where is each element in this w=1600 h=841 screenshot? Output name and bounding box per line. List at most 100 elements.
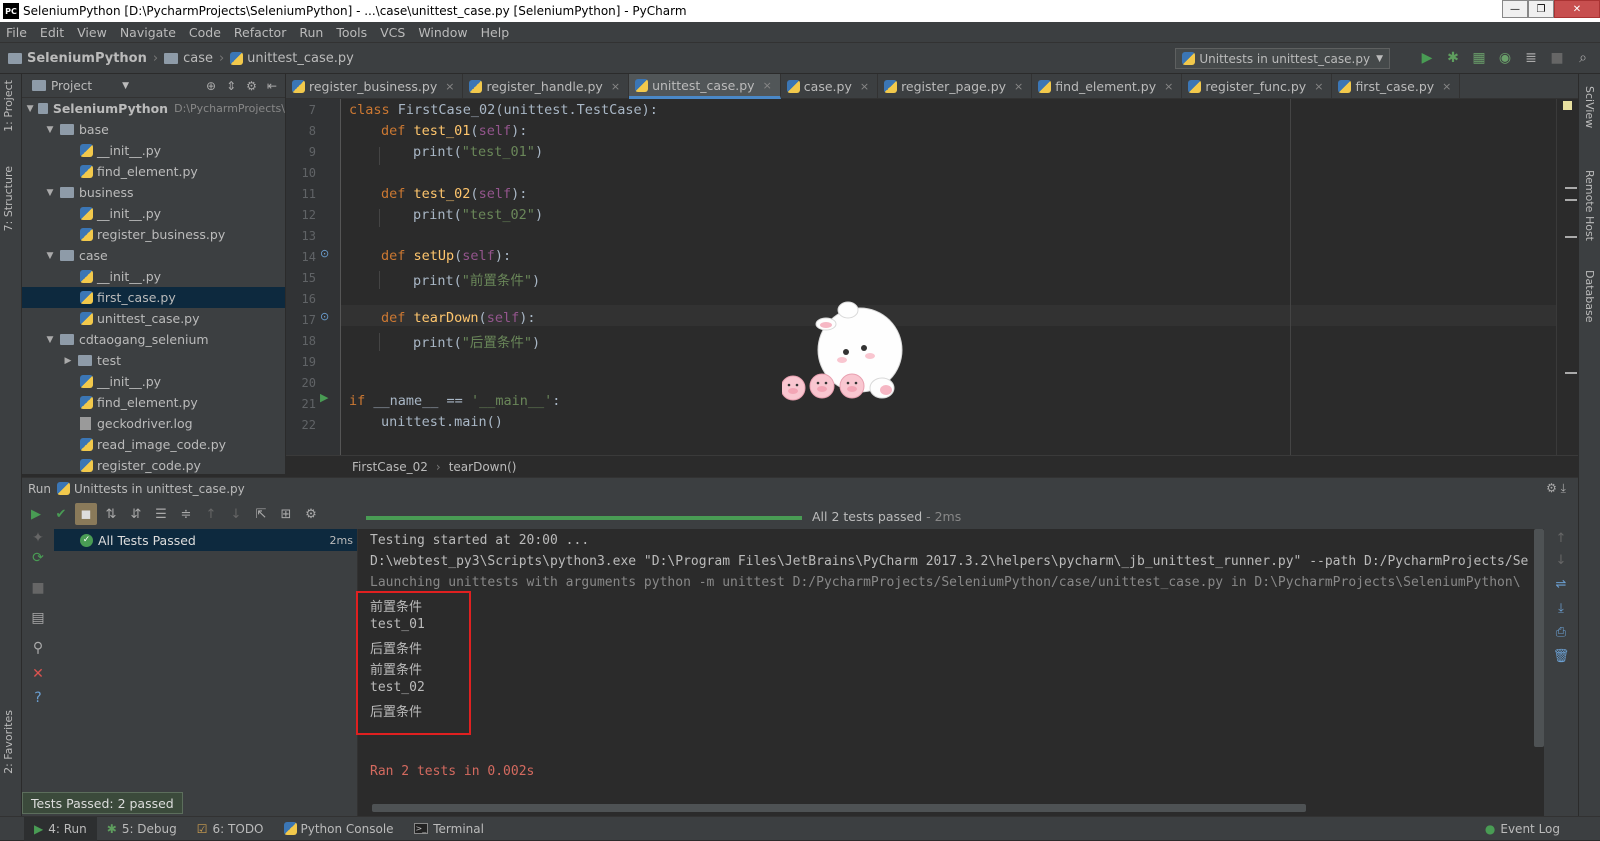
code-editor[interactable]: 7 8 9 10 11 12 13 14 15 16 17 18 19 20 2… [286,99,1556,455]
editor-tab[interactable]: register_page.py × [878,74,1033,99]
close-tab-icon[interactable]: × [1314,80,1323,93]
pin-icon[interactable]: ✦ [29,529,47,547]
scroll-marker[interactable] [1565,372,1577,374]
tree-item[interactable]: register_code.py [22,455,285,476]
scroll-marker[interactable] [1565,236,1577,238]
run-icon[interactable]: ▶ [1418,49,1436,67]
scroll-marker[interactable] [1565,187,1577,189]
expand-arrow-icon[interactable]: ▶ [62,356,74,366]
menu-vcs[interactable]: VCS [374,25,412,40]
menu-help[interactable]: Help [475,25,517,40]
expand-all-icon[interactable]: ☰ [150,503,172,525]
menu-file[interactable]: File [0,25,34,40]
menu-navigate[interactable]: Navigate [114,25,183,40]
run-config-select[interactable]: Unittests in unittest_case.py ▼ [1175,48,1390,69]
scroll-marker[interactable] [1565,199,1577,201]
editor-tab-active[interactable]: unittest_case.py × [629,74,781,99]
stop-icon[interactable]: ■ [29,579,47,597]
pin-tab-icon[interactable]: ⚲ [29,639,47,657]
concurrency-icon[interactable]: ≣ [1522,49,1540,67]
locate-icon[interactable]: ⊕ [206,79,216,93]
close-tab-icon[interactable]: × [860,80,869,93]
expand-arrow-icon[interactable]: ▼ [44,335,56,345]
show-passed-icon[interactable]: ✔ [50,503,72,525]
tree-item[interactable]: geckodriver.log [22,413,285,434]
close-button[interactable]: ✕ [1554,0,1600,18]
hide-icon[interactable]: ⇤ [267,79,277,93]
editor-tab[interactable]: case.py × [781,74,879,99]
tree-root[interactable]: ▼ SeleniumPython D:\PycharmProjects\ [22,98,285,119]
settings-icon[interactable]: ⚙ [300,503,322,525]
scroll-up-icon[interactable]: ↑ [1552,529,1570,547]
tool-tab-run[interactable]: ▶ 4: Run [24,816,97,841]
editor-tab[interactable]: register_business.py × [286,74,464,99]
expand-arrow-icon[interactable]: ▼ [44,125,56,135]
layout-icon[interactable]: ▤ [29,609,47,627]
menu-view[interactable]: View [71,25,114,40]
tab-database[interactable]: Database [1583,270,1596,323]
sort-alpha-icon[interactable]: ⇅ [100,503,122,525]
tab-structure-tool[interactable]: 7: Structure [2,166,15,231]
nav-file[interactable]: unittest_case.py [247,51,354,66]
tests-passed-balloon[interactable]: Tests Passed: 2 passed [22,792,183,814]
rerun-failed-icon[interactable]: ⟳ [29,549,47,567]
console-scrollbar[interactable] [1534,529,1544,747]
clear-all-icon[interactable]: 🗑 [1552,647,1570,665]
tree-item[interactable]: __init__.py [22,140,285,161]
run-config-tab[interactable]: Unittests in unittest_case.py [74,482,245,496]
expand-arrow-icon[interactable]: ▼ [44,188,56,198]
console-horizontal-scrollbar[interactable] [372,804,1306,812]
nav-project[interactable]: SeleniumPython [27,51,147,66]
override-method-icon[interactable]: ⊙ [320,247,329,260]
editor-tab[interactable]: find_element.py × [1032,74,1183,99]
tab-favorites-tool[interactable]: 2: Favorites [2,710,15,774]
chevron-down-icon[interactable]: ▼ [122,81,129,91]
export-icon[interactable]: ⇱ [250,503,272,525]
rerun-icon[interactable]: ▶ [25,503,47,525]
profile-icon[interactable]: ◉ [1496,49,1514,67]
previous-failed-icon[interactable]: ↑ [200,503,222,525]
menu-code[interactable]: Code [183,25,228,40]
close-tab-icon[interactable]: × [1164,80,1173,93]
tree-item-selected[interactable]: first_case.py [22,287,285,308]
scroll-to-end-icon[interactable]: ⤓ [1552,599,1570,617]
editor-tab[interactable]: register_func.py × [1182,74,1333,99]
minimize-button[interactable]: — [1502,0,1528,18]
breadcrumb-method[interactable]: tearDown() [449,460,517,474]
tree-item[interactable]: find_element.py [22,392,285,413]
project-panel-title[interactable]: Project [51,79,92,93]
menu-refactor[interactable]: Refactor [228,25,293,40]
gear-icon[interactable]: ⚙ ⤓ [1546,481,1566,496]
editor-tab[interactable]: first_case.py × [1332,74,1461,99]
coverage-icon[interactable]: ▦ [1470,49,1488,67]
sort-duration-icon[interactable]: ⇵ [125,503,147,525]
import-tests-icon[interactable]: ⊞ [275,503,297,525]
gear-icon[interactable]: ⚙ [246,79,257,93]
tab-remote-host[interactable]: Remote Host [1583,170,1596,241]
tool-tab-terminal[interactable]: >_ Terminal [404,817,494,841]
run-gutter-icon[interactable]: ▶ [320,391,328,404]
tree-item[interactable]: ▼ base [22,119,285,140]
editor-scrollbar[interactable] [1556,99,1578,455]
stop-icon[interactable]: ■ [1548,49,1566,67]
tree-item[interactable]: read_image_code.py [22,434,285,455]
tree-item[interactable]: __init__.py [22,371,285,392]
override-method-icon[interactable]: ⊙ [320,310,329,323]
tree-item[interactable]: ▼ business [22,182,285,203]
tree-item[interactable]: register_business.py [22,224,285,245]
nav-folder[interactable]: case [183,51,213,66]
breadcrumb-class[interactable]: FirstCase_02 [352,460,428,474]
search-icon[interactable]: ⌕ [1574,49,1592,67]
close-tab-icon[interactable]: × [445,80,454,93]
menu-window[interactable]: Window [412,25,474,40]
next-failed-icon[interactable]: ↓ [225,503,247,525]
run-console[interactable]: Testing started at 20:00 ... D:\webtest_… [358,529,1544,816]
tree-item[interactable]: find_element.py [22,161,285,182]
close-tab-icon[interactable]: × [1442,80,1451,93]
close-tab-icon[interactable]: × [611,80,620,93]
collapse-icon[interactable]: ⇕ [226,79,236,93]
editor-tab[interactable]: register_handle.py × [463,74,630,99]
close-tab-icon[interactable]: × [1014,80,1023,93]
tree-item[interactable]: __init__.py [22,266,285,287]
menu-tools[interactable]: Tools [330,25,374,40]
